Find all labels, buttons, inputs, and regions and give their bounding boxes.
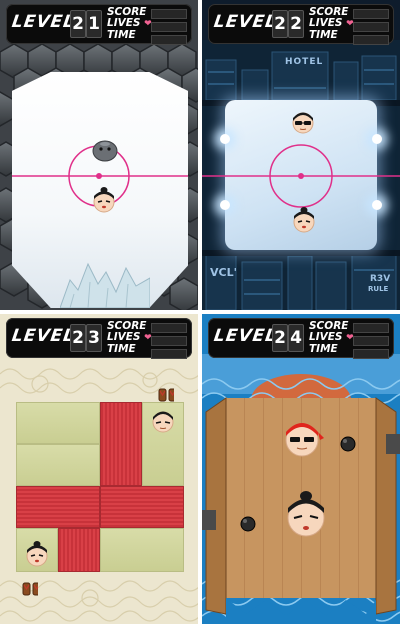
tatami-mat-green	[16, 444, 100, 486]
hud-labels: SCORE LIVES ❤ TIME	[107, 321, 152, 355]
lives-label: LIVES	[107, 17, 141, 29]
sumo-player-face[interactable]	[282, 488, 330, 540]
side-goal-right	[386, 434, 400, 454]
hud-bar: LEVEL 2 4 SCORE LIVES ❤ TIME	[208, 318, 394, 359]
tatami-mat-red	[58, 528, 100, 572]
screenshot-grid: LEVEL 2 1 SCORE LIVES ❤ TIME HOTEL VCL' …	[0, 0, 400, 624]
geta-sandals-icon[interactable]	[158, 388, 174, 402]
lives-meter	[151, 336, 187, 346]
level-24-panel: LEVEL 2 4 SCORE LIVES ❤ TIME	[202, 314, 400, 624]
hud-meters	[353, 323, 389, 362]
lives-meter	[353, 22, 389, 32]
tatami-mat-green	[100, 528, 184, 572]
lives-label: LIVES	[107, 331, 141, 343]
level-22-panel: HOTEL VCL' R3V RULE LEVEL 2 2 SCORE LIVE…	[202, 0, 400, 310]
sunglasses-icon	[295, 121, 302, 125]
level-label: LEVEL	[212, 12, 279, 32]
geta-sandals-icon[interactable]	[22, 582, 38, 596]
sumo-player-face[interactable]	[24, 540, 50, 568]
tatami-mat-red	[100, 402, 142, 486]
hud-labels: SCORE LIVES ❤ TIME	[107, 7, 152, 41]
score-meter	[151, 323, 187, 333]
time-label: TIME	[107, 29, 136, 41]
hud-labels: SCORE LIVES ❤ TIME	[309, 321, 354, 355]
lives-meter	[151, 22, 187, 32]
time-label: TIME	[309, 343, 338, 355]
pirate-bandana-opponent-face[interactable]	[280, 418, 324, 458]
opponent-face[interactable]	[151, 410, 175, 434]
hud-labels: SCORE LIVES ❤ TIME	[309, 7, 354, 41]
tatami-mat-green	[16, 402, 100, 444]
sunglasses-icon	[290, 437, 300, 442]
lives-meter	[353, 336, 389, 346]
tatami-mat-red	[100, 486, 184, 528]
time-label: TIME	[309, 29, 338, 41]
score-meter	[353, 323, 389, 333]
black-puck-ball[interactable]	[340, 436, 356, 452]
level-digit-tens: 2	[70, 324, 86, 352]
center-dot	[96, 173, 102, 179]
level-digit-ones: 4	[288, 324, 304, 352]
sumo-player-face[interactable]	[91, 186, 117, 214]
black-puck-ball[interactable]	[240, 516, 256, 532]
level-digit-ones: 3	[86, 324, 102, 352]
hud-bar: LEVEL 2 2 SCORE LIVES ❤ TIME	[208, 4, 394, 45]
time-meter	[353, 35, 389, 45]
time-label: TIME	[107, 343, 136, 355]
center-dot	[298, 173, 304, 179]
level-digit-tens: 2	[70, 10, 86, 38]
sunglasses-opponent-face[interactable]	[290, 110, 316, 134]
score-meter	[353, 9, 389, 19]
level-label: LEVEL	[212, 326, 279, 346]
level-digit-tens: 2	[272, 324, 288, 352]
time-meter	[151, 35, 187, 45]
hud-bar: LEVEL 2 3 SCORE LIVES ❤ TIME	[6, 318, 192, 359]
hud-bar: LEVEL 2 1 SCORE LIVES ❤ TIME	[6, 4, 192, 45]
panel-divider-horizontal	[0, 310, 400, 314]
lives-label: LIVES	[309, 17, 343, 29]
side-goal-left	[202, 510, 216, 530]
tatami-mat-red	[16, 486, 100, 528]
hud-meters	[151, 323, 187, 362]
score-meter	[151, 9, 187, 19]
sumo-player-face[interactable]	[291, 206, 317, 234]
level-digit-tens: 2	[272, 10, 288, 38]
hud-meters	[151, 9, 187, 48]
grey-mole-opponent[interactable]	[92, 138, 118, 162]
level-21-panel: LEVEL 2 1 SCORE LIVES ❤ TIME	[0, 0, 198, 310]
level-23-panel: LEVEL 2 3 SCORE LIVES ❤ TIME	[0, 314, 198, 624]
time-meter	[353, 349, 389, 359]
hud-meters	[353, 9, 389, 48]
level-label: LEVEL	[10, 326, 77, 346]
level-digit-ones: 2	[288, 10, 304, 38]
level-label: LEVEL	[10, 12, 77, 32]
lives-label: LIVES	[309, 331, 343, 343]
level-digit-ones: 1	[86, 10, 102, 38]
time-meter	[151, 349, 187, 359]
